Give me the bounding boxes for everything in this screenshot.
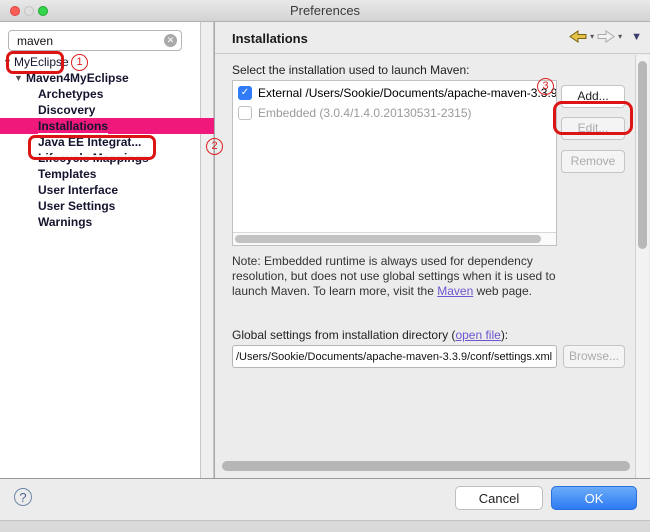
tree-item-label: Maven4MyEclipse [26, 71, 129, 85]
tree-item-label: Templates [38, 167, 96, 181]
tree-item-label: Installations [38, 119, 108, 135]
edit-button: Edit... [561, 117, 625, 140]
forward-arrow-icon[interactable] [597, 30, 615, 43]
tree-item-label: User Settings [38, 199, 115, 213]
preferences-window: Preferences ✕ ▼ MyEclipse ▼ Maven4MyEcli… [0, 0, 650, 532]
minimize-window-icon[interactable] [24, 6, 34, 16]
ok-button[interactable]: OK [551, 486, 637, 510]
close-window-icon[interactable] [10, 6, 20, 16]
window-bottom-edge [0, 520, 650, 532]
back-arrow-icon[interactable] [569, 30, 587, 43]
preferences-tree: ▼ MyEclipse ▼ Maven4MyEclipse Archetypes… [0, 54, 200, 230]
cancel-button[interactable]: Cancel [455, 486, 543, 510]
settings-path-field[interactable] [232, 345, 557, 368]
tree-item-user-interface[interactable]: User Interface [0, 182, 200, 198]
window-title: Preferences [0, 0, 650, 21]
tree-item-templates[interactable]: Templates [0, 166, 200, 182]
installation-label: Embedded (3.0.4/1.4.0.20130531-2315) [258, 106, 472, 120]
filter-search-input[interactable] [8, 30, 182, 51]
global-settings-label: Global settings from installation direct… [232, 328, 508, 342]
history-navigation: ▾ ▾ ▼ [569, 30, 642, 43]
browse-button: Browse... [563, 345, 625, 368]
tree-item-myeclipse[interactable]: ▼ MyEclipse [0, 54, 200, 70]
tree-item-discovery[interactable]: Discovery [0, 102, 200, 118]
select-installation-label: Select the installation used to launch M… [232, 63, 469, 77]
view-menu-icon[interactable]: ▼ [631, 31, 642, 43]
tree-item-label: Java EE Integrat... [38, 135, 141, 149]
tree-item-label: User Interface [38, 183, 118, 197]
dialog-footer: ? Cancel OK [0, 479, 650, 520]
installations-list: ✓ External /Users/Sookie/Documents/apach… [232, 80, 557, 246]
add-button[interactable]: Add... [561, 85, 625, 108]
tree-item-archetypes[interactable]: Archetypes [0, 86, 200, 102]
disclosure-triangle-icon[interactable]: ▼ [3, 54, 12, 70]
disclosure-triangle-icon[interactable]: ▼ [14, 70, 23, 86]
tree-item-java-ee-integration[interactable]: Java EE Integrat... [0, 134, 200, 150]
scrollbar-thumb[interactable] [235, 235, 541, 243]
tree-item-label: MyEclipse [14, 55, 69, 69]
list-item-embedded-maven[interactable]: Embedded (3.0.4/1.4.0.20130531-2315) [233, 104, 556, 121]
tree-item-lifecycle-mappings[interactable]: Lifecycle Mappings [0, 150, 200, 166]
checkbox-unchecked-icon[interactable] [238, 106, 252, 120]
tree-item-warnings[interactable]: Warnings [0, 214, 200, 230]
page-title: Installations [232, 31, 308, 46]
list-item-external-maven[interactable]: ✓ External /Users/Sookie/Documents/apach… [233, 84, 556, 101]
tree-item-installations[interactable]: Installations [0, 118, 214, 134]
note-text: web page. [473, 284, 532, 298]
scrollbar-thumb[interactable] [638, 61, 647, 249]
tree-item-label: Discovery [38, 103, 95, 117]
installations-panel: Installations ▾ ▾ ▼ Select the installat… [215, 22, 650, 478]
tree-item-label: Lifecycle Mappings [38, 151, 149, 165]
list-horizontal-scrollbar[interactable] [233, 232, 556, 245]
maven-web-link[interactable]: Maven [437, 284, 473, 298]
tree-item-label: Archetypes [38, 87, 103, 101]
zoom-window-icon[interactable] [38, 6, 48, 16]
open-file-link[interactable]: open file [455, 328, 500, 342]
title-bar: Preferences [0, 0, 650, 22]
tree-item-label: Warnings [38, 215, 92, 229]
back-history-caret-icon[interactable]: ▾ [590, 32, 594, 41]
annotation-number-1: 1 [71, 54, 88, 71]
tree-item-maven4myeclipse[interactable]: ▼ Maven4MyEclipse [0, 70, 200, 86]
preferences-sidebar: ✕ ▼ MyEclipse ▼ Maven4MyEclipse Archetyp… [0, 22, 200, 478]
annotation-number-2: 2 [206, 138, 223, 155]
panel-vertical-scrollbar[interactable] [635, 55, 649, 478]
annotation-number-3: 3 [537, 78, 554, 95]
installation-label: External /Users/Sookie/Documents/apache-… [258, 86, 556, 100]
label-text: ): [501, 328, 508, 342]
sidebar-scrollbar-track[interactable] [200, 22, 214, 478]
remove-button: Remove [561, 150, 625, 173]
embedded-runtime-note: Note: Embedded runtime is always used fo… [232, 254, 577, 299]
clear-search-icon[interactable]: ✕ [164, 34, 177, 47]
help-button[interactable]: ? [14, 488, 32, 506]
forward-history-caret-icon[interactable]: ▾ [618, 32, 622, 41]
checkbox-checked-icon[interactable]: ✓ [238, 86, 252, 100]
header-separator [215, 53, 650, 54]
panel-horizontal-scrollbar-thumb[interactable] [222, 461, 630, 471]
label-text: Global settings from installation direct… [232, 328, 455, 342]
tree-item-user-settings[interactable]: User Settings [0, 198, 200, 214]
